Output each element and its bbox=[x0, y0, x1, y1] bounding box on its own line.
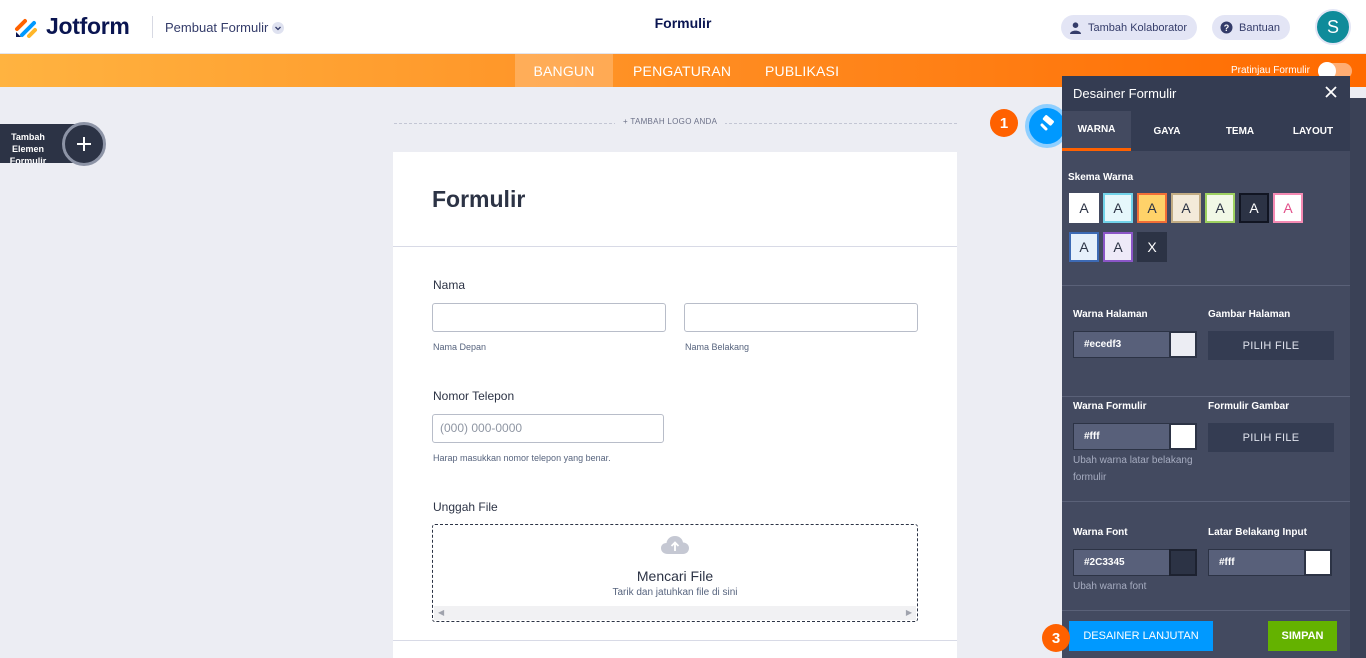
form-image-label: Formulir Gambar bbox=[1208, 401, 1290, 412]
form-color-swatch[interactable] bbox=[1169, 423, 1197, 450]
panel-scrollbar[interactable] bbox=[1350, 98, 1366, 658]
color-scheme-swatch[interactable]: A bbox=[1273, 193, 1303, 223]
phone-sublabel: Harap masukkan nomor telepon yang benar. bbox=[433, 453, 611, 463]
panel-divider bbox=[1062, 501, 1350, 502]
tab-settings[interactable]: PENGATURAN bbox=[633, 54, 731, 87]
input-bg-swatch[interactable] bbox=[1304, 549, 1332, 576]
color-scheme-swatch[interactable]: A bbox=[1137, 193, 1167, 223]
avatar[interactable]: S bbox=[1315, 9, 1351, 45]
scroll-right-icon[interactable]: ▶ bbox=[906, 608, 912, 617]
page-image-choose-button[interactable]: PILIH FILE bbox=[1208, 331, 1334, 360]
chevron-down-icon bbox=[272, 21, 285, 34]
font-color-swatch[interactable] bbox=[1169, 549, 1197, 576]
help-label: Bantuan bbox=[1239, 21, 1280, 34]
add-logo-link[interactable]: + TAMBAH LOGO ANDA bbox=[615, 117, 726, 126]
panel-divider bbox=[1062, 396, 1350, 397]
form-card: Formulir Nama Nama Depan Nama Belakang N… bbox=[393, 152, 957, 658]
form-image-choose-button[interactable]: PILIH FILE bbox=[1208, 423, 1334, 452]
tab-colors[interactable]: WARNA bbox=[1062, 111, 1131, 151]
tab-styles[interactable]: GAYA bbox=[1134, 111, 1200, 151]
color-scheme-swatch[interactable]: A bbox=[1069, 232, 1099, 262]
form-heading[interactable]: Formulir bbox=[432, 186, 525, 213]
add-collaborator-button[interactable]: Tambah Kolaborator bbox=[1061, 15, 1198, 40]
color-scheme-swatch[interactable]: X bbox=[1137, 232, 1167, 262]
upload-subtitle: Tarik dan jatuhkan file di sini bbox=[612, 587, 738, 598]
top-header: Jotform Pembuat Formulir Formulir Tambah… bbox=[0, 0, 1366, 54]
form-color-label: Warna Formulir bbox=[1073, 401, 1147, 412]
jotform-logo[interactable]: Jotform bbox=[14, 13, 130, 40]
builder-label: Pembuat Formulir bbox=[165, 20, 269, 35]
tab-publish[interactable]: PUBLIKASI bbox=[765, 54, 839, 87]
name-label: Nama bbox=[433, 278, 466, 292]
color-scheme-swatch[interactable]: A bbox=[1239, 193, 1269, 223]
form-divider-bottom bbox=[393, 640, 957, 641]
help-icon: ? bbox=[1220, 21, 1233, 34]
form-designer-panel: Desainer Formulir WARNA GAYA TEMA LAYOUT… bbox=[1062, 76, 1350, 658]
paint-roller-icon bbox=[1038, 114, 1056, 138]
upload-title: Mencari File bbox=[636, 568, 714, 584]
last-name-input[interactable] bbox=[684, 303, 918, 332]
step-marker-1: 1 bbox=[990, 109, 1018, 137]
panel-title: Desainer Formulir bbox=[1073, 86, 1177, 101]
scroll-left-icon[interactable]: ◀ bbox=[438, 608, 444, 617]
add-element-plus-icon[interactable] bbox=[62, 122, 106, 166]
form-color-input[interactable]: #fff bbox=[1073, 423, 1170, 450]
tab-build[interactable]: BANGUN bbox=[515, 54, 613, 87]
panel-header: Desainer Formulir bbox=[1062, 76, 1350, 111]
page-color-swatch[interactable] bbox=[1169, 331, 1197, 358]
builder-dropdown[interactable]: Pembuat Formulir bbox=[165, 20, 285, 35]
input-bg-label: Latar Belakang Input bbox=[1208, 527, 1307, 538]
tab-themes[interactable]: TEMA bbox=[1206, 111, 1274, 151]
upload-label: Unggah File bbox=[433, 500, 498, 514]
upload-scrollbar[interactable]: ◀ ▶ bbox=[434, 606, 916, 620]
font-color-label: Warna Font bbox=[1073, 527, 1128, 538]
phone-label: Nomor Telepon bbox=[433, 389, 515, 403]
form-divider bbox=[393, 246, 957, 247]
input-bg-input[interactable]: #fff bbox=[1208, 549, 1305, 576]
jotform-logo-icon bbox=[14, 15, 38, 39]
first-name-sublabel: Nama Depan bbox=[433, 342, 487, 352]
page-color-input[interactable]: #ecedf3 bbox=[1073, 331, 1170, 358]
color-scheme-swatch[interactable]: A bbox=[1069, 193, 1099, 223]
help-button[interactable]: ? Bantuan bbox=[1212, 15, 1290, 40]
panel-divider bbox=[1062, 610, 1350, 611]
color-scheme-swatch[interactable]: A bbox=[1103, 232, 1133, 262]
color-scheme-swatch[interactable]: A bbox=[1103, 193, 1133, 223]
add-collaborator-label: Tambah Kolaborator bbox=[1088, 21, 1188, 34]
user-icon bbox=[1069, 21, 1082, 34]
page-color-label: Warna Halaman bbox=[1073, 309, 1148, 320]
color-scheme-label: Skema Warna bbox=[1068, 172, 1134, 183]
file-upload-dropzone[interactable]: Mencari File Tarik dan jatuhkan file di … bbox=[432, 524, 918, 622]
page-image-label: Gambar Halaman bbox=[1208, 309, 1291, 320]
font-color-input[interactable]: #2C3345 bbox=[1073, 549, 1170, 576]
close-icon[interactable] bbox=[1324, 82, 1338, 104]
form-color-hint: Ubah warna latar belakang formulir bbox=[1073, 455, 1193, 483]
svg-text:?: ? bbox=[1224, 23, 1230, 33]
designer-tabs: WARNA GAYA TEMA LAYOUT bbox=[1062, 111, 1350, 151]
header-divider bbox=[152, 16, 153, 38]
save-button[interactable]: SIMPAN bbox=[1268, 621, 1337, 651]
panel-divider bbox=[1062, 285, 1350, 286]
font-color-hint: Ubah warna font bbox=[1073, 581, 1147, 592]
last-name-sublabel: Nama Belakang bbox=[685, 342, 750, 352]
cloud-upload-icon bbox=[660, 535, 690, 560]
advanced-designer-button[interactable]: DESAINER LANJUTAN bbox=[1069, 621, 1213, 651]
tab-layout[interactable]: LAYOUT bbox=[1278, 111, 1348, 151]
preview-label: Pratinjau Formulir bbox=[1231, 65, 1310, 76]
phone-input[interactable]: (000) 000-0000 bbox=[432, 414, 664, 443]
step-marker-3: 3 bbox=[1042, 624, 1070, 652]
color-scheme-swatch[interactable]: A bbox=[1171, 193, 1201, 223]
logo-text: Jotform bbox=[46, 13, 130, 39]
first-name-input[interactable] bbox=[432, 303, 666, 332]
color-scheme-swatch[interactable]: A bbox=[1205, 193, 1235, 223]
